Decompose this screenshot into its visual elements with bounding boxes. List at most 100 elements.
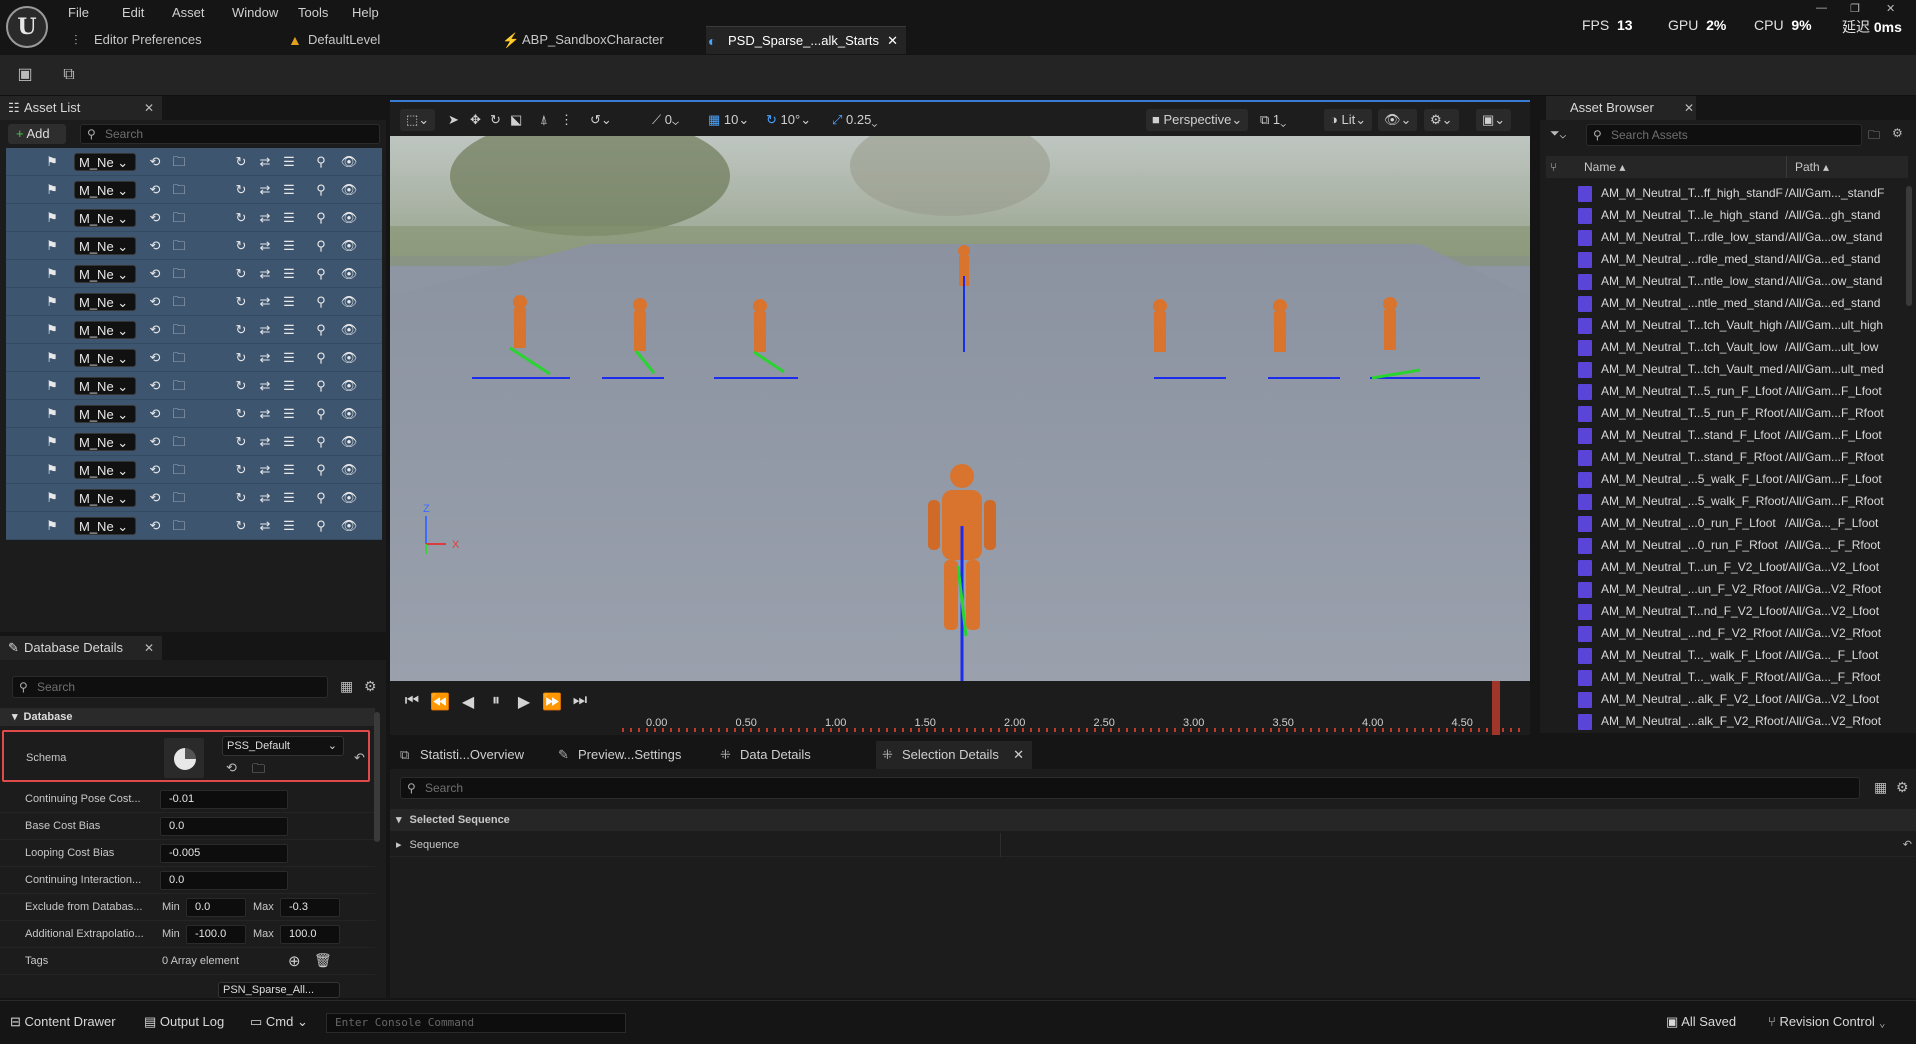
sequence-row[interactable]: ▸ Sequence ↶ xyxy=(390,833,1916,857)
unreal-logo-icon[interactable]: U xyxy=(6,6,48,48)
grid-snap-button[interactable]: ▦ 10⌄ xyxy=(708,109,749,131)
asset-dropdown[interactable]: M_Ne ⌄ xyxy=(74,293,136,311)
exclude-max-field[interactable]: -0.3 xyxy=(280,898,340,917)
mirror-icon[interactable]: ⇄ xyxy=(256,517,274,535)
add-element-icon[interactable]: ⊕ xyxy=(288,952,301,970)
snap-angle-button[interactable]: ⟋ 0⌄ xyxy=(652,109,679,131)
use-selected-icon[interactable]: ⟲ xyxy=(146,209,164,227)
tab-statistics-overview[interactable]: ⧉ Statisti...Overview xyxy=(398,741,546,769)
timeline-scrub-handle[interactable] xyxy=(1492,681,1500,735)
close-tab-icon[interactable]: ✕ xyxy=(887,27,898,55)
sample-icon[interactable]: ⚲ xyxy=(312,181,330,199)
section-database[interactable]: ▾ Database xyxy=(0,708,375,726)
use-selected-icon[interactable]: ⟲ xyxy=(146,433,164,451)
close-asset-browser-icon[interactable]: ✕ xyxy=(1684,96,1694,120)
tab-default-level[interactable]: ▲ DefaultLevel xyxy=(286,26,456,54)
sample-icon[interactable]: ⚲ xyxy=(312,489,330,507)
browse-icon[interactable]: 🗀 xyxy=(170,349,188,367)
browse-icon[interactable]: 🗀 xyxy=(170,265,188,283)
use-selected-icon[interactable]: ⟲ xyxy=(146,153,164,171)
browse-icon[interactable]: 🗀 xyxy=(170,433,188,451)
asset-list-row[interactable]: ⚑ M_Ne ⌄ ⟲ 🗀 ↻ ⇄ ☰ ⚲ 👁 xyxy=(6,344,382,372)
menu-file[interactable]: File xyxy=(64,3,93,23)
asset-browser-row[interactable]: AM_M_Neutral_T..._walk_F_Lfoot/All/Ga...… xyxy=(1540,644,1900,666)
asset-browser-row[interactable]: AM_M_Neutral_T..._walk_F_Rfoot/All/Ga...… xyxy=(1540,666,1900,688)
cmd-dropdown[interactable]: ▭ Cmd ⌄ xyxy=(250,1009,308,1035)
asset-browser-row[interactable]: AM_M_Neutral_...ntle_med_stand/All/Ga...… xyxy=(1540,292,1900,314)
use-selected-icon[interactable]: ⟲ xyxy=(146,405,164,423)
tab-psd-sparse-walk-starts[interactable]: ◐ PSD_Sparse_...alk_Starts ✕ xyxy=(706,26,906,54)
asset-dropdown[interactable]: M_Ne ⌄ xyxy=(74,433,136,451)
eye-icon[interactable]: 👁 xyxy=(340,321,358,339)
use-selected-icon[interactable]: ⟲ xyxy=(146,349,164,367)
schema-dropdown[interactable]: PSS_Default ⌄ xyxy=(222,736,344,756)
use-selected-icon[interactable]: ⟲ xyxy=(146,517,164,535)
loop-icon[interactable]: ↻ xyxy=(232,181,250,199)
asset-browser-row[interactable]: AM_M_Neutral_...alk_F_V2_Lfoot/All/Ga...… xyxy=(1540,688,1900,710)
asset-browser-row[interactable]: AM_M_Neutral_...nd_F_V2_Rfoot/All/Ga...V… xyxy=(1540,622,1900,644)
list-icon[interactable]: ☰ xyxy=(280,209,298,227)
asset-browser-row[interactable]: AM_M_Neutral_T...ff_high_standF/All/Gam.… xyxy=(1540,182,1900,204)
camera-speed-button[interactable]: ⧉ 1⌄ xyxy=(1260,109,1286,131)
asset-browser-row[interactable]: AM_M_Neutral_T...ntle_low_stand/All/Ga..… xyxy=(1540,270,1900,292)
menu-window[interactable]: Window xyxy=(228,3,282,23)
close-selection-details-icon[interactable]: ✕ xyxy=(1013,741,1024,769)
mirror-icon[interactable]: ⇄ xyxy=(256,209,274,227)
close-database-details-icon[interactable]: ✕ xyxy=(144,636,154,660)
close-window-icon[interactable]: ✕ xyxy=(1886,2,1895,15)
step-back-icon[interactable]: ⏪ xyxy=(428,692,452,712)
eye-icon[interactable]: 👁 xyxy=(340,265,358,283)
use-selected-icon[interactable]: ⟲ xyxy=(146,461,164,479)
mirror-icon[interactable]: ⇄ xyxy=(256,461,274,479)
list-icon[interactable]: ☰ xyxy=(280,153,298,171)
asset-dropdown[interactable]: M_Ne ⌄ xyxy=(74,321,136,339)
asset-browser-row[interactable]: AM_M_Neutral_...un_F_V2_Rfoot/All/Ga...V… xyxy=(1540,578,1900,600)
loop-icon[interactable]: ↻ xyxy=(232,321,250,339)
eye-icon[interactable]: 👁 xyxy=(340,181,358,199)
translate-icon[interactable]: ✥ xyxy=(470,109,481,131)
eye-icon[interactable]: 👁 xyxy=(340,461,358,479)
details-scrollbar[interactable] xyxy=(374,712,380,842)
loop-icon[interactable]: ↻ xyxy=(232,349,250,367)
eye-icon[interactable]: 👁 xyxy=(340,377,358,395)
asset-list-row[interactable]: ⚑ M_Ne ⌄ ⟲ 🗀 ↻ ⇄ ☰ ⚲ 👁 xyxy=(6,512,382,540)
menu-tools[interactable]: Tools xyxy=(294,3,332,23)
tab-asset-list[interactable]: ☷ Asset List ✕ xyxy=(0,96,162,120)
show-button[interactable]: 👁⌄ xyxy=(1378,109,1418,131)
restore-icon[interactable]: ❐ xyxy=(1850,2,1860,15)
tab-editor-preferences[interactable]: ⫶ Editor Preferences xyxy=(72,26,272,54)
folder-icon[interactable]: 🗀 xyxy=(1868,126,1880,147)
asset-dropdown[interactable]: M_Ne ⌄ xyxy=(74,265,136,283)
use-selected-icon[interactable]: ⟲ xyxy=(146,293,164,311)
asset-browser-row[interactable]: AM_M_Neutral_T...le_high_stand/All/Ga...… xyxy=(1540,204,1900,226)
asset-dropdown[interactable]: M_Ne ⌄ xyxy=(74,153,136,171)
eye-icon[interactable]: 👁 xyxy=(340,209,358,227)
tab-preview-settings[interactable]: ✎ Preview...Settings xyxy=(556,741,704,769)
mirror-icon[interactable]: ⇄ xyxy=(256,489,274,507)
list-icon[interactable]: ☰ xyxy=(280,321,298,339)
asset-browser-row[interactable]: AM_M_Neutral_T...nd_F_V2_Lfoot/All/Ga...… xyxy=(1540,600,1900,622)
cut-dropdown[interactable]: PSN_Sparse_All... xyxy=(218,982,340,998)
exclude-min-field[interactable]: 0.0 xyxy=(186,898,246,917)
asset-dropdown[interactable]: M_Ne ⌄ xyxy=(74,489,136,507)
play-reverse-icon[interactable]: ◀ xyxy=(456,692,480,712)
asset-browser-row[interactable]: AM_M_Neutral_...5_walk_F_Rfoot/All/Gam..… xyxy=(1540,490,1900,512)
use-selected-icon[interactable]: ⟲ xyxy=(146,489,164,507)
tab-data-details[interactable]: ⁜ Data Details xyxy=(718,741,838,769)
selection-details-search[interactable]: ⚲ Search xyxy=(400,777,1860,799)
performance-button[interactable]: ⚙⌄ xyxy=(1424,109,1459,131)
loop-icon[interactable]: ↻ xyxy=(232,237,250,255)
rotate-icon[interactable]: ↻ xyxy=(490,109,501,131)
sample-icon[interactable]: ⚲ xyxy=(312,433,330,451)
list-icon[interactable]: ☰ xyxy=(280,293,298,311)
browse-icon[interactable]: 🗀 xyxy=(170,461,188,479)
close-asset-list-icon[interactable]: ✕ xyxy=(144,96,154,120)
details-search[interactable]: ⚲ Search xyxy=(12,676,328,698)
loop-icon[interactable]: ↻ xyxy=(232,209,250,227)
eye-icon[interactable]: 👁 xyxy=(340,349,358,367)
menu-help[interactable]: Help xyxy=(348,3,383,23)
asset-browser-row[interactable]: AM_M_Neutral_...0_run_F_Lfoot/All/Ga..._… xyxy=(1540,512,1900,534)
browse-icon[interactable]: 🗀 xyxy=(170,293,188,311)
mirror-icon[interactable]: ⇄ xyxy=(256,265,274,283)
sample-icon[interactable]: ⚲ xyxy=(312,153,330,171)
